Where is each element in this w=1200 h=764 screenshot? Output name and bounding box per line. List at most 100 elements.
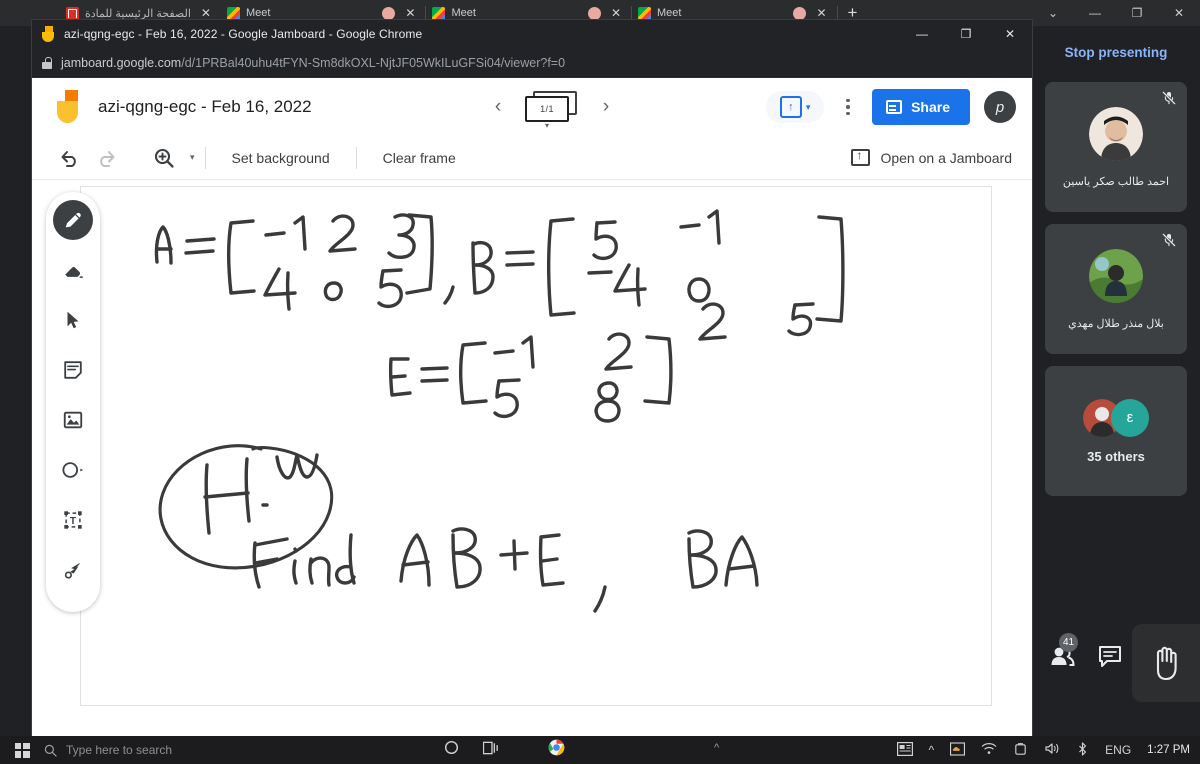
chrome-window: azi-qgng-egc - Feb 16, 2022 - Google Jam… <box>32 20 1032 744</box>
others-tile[interactable]: ε 35 others <box>1045 366 1187 496</box>
raise-hand-button[interactable] <box>1132 624 1200 702</box>
meet-icon <box>226 6 240 20</box>
minimize-button[interactable]: — <box>1074 6 1116 20</box>
set-background-button[interactable]: Set background <box>216 150 346 166</box>
language-indicator[interactable]: ENG <box>1105 743 1131 757</box>
gmail-icon <box>66 6 79 20</box>
background-tab-title: Meet <box>451 7 476 19</box>
people-icon[interactable]: 41 <box>1050 633 1079 673</box>
open-on-jamboard-icon <box>851 148 871 166</box>
participant-tile[interactable]: بلال منذر طلال مهدي <box>1045 224 1187 354</box>
frame-counter[interactable]: 1/1 ▾ <box>525 90 579 130</box>
clear-frame-button[interactable]: Clear frame <box>367 150 472 166</box>
chevron-down-icon: ▾ <box>545 121 550 130</box>
windows-logo-icon <box>14 742 30 758</box>
minimize-button[interactable]: — <box>900 20 944 48</box>
chrome-icon[interactable] <box>548 739 565 761</box>
open-on-jamboard-button[interactable]: Open on a Jamboard <box>851 148 1012 166</box>
task-view-icon[interactable] <box>482 741 500 760</box>
meet-bottom-controls: 41 <box>1032 622 1200 708</box>
pen-tool[interactable] <box>53 200 93 240</box>
taskbar-search[interactable]: Type here to search <box>44 743 434 757</box>
avatar <box>1089 106 1143 161</box>
url-host: jamboard.google.com <box>61 55 182 70</box>
more-options-icon[interactable] <box>838 98 858 116</box>
restore-button[interactable]: ❐ <box>1116 6 1158 20</box>
jamboard-app: azi-qgng-egc - Feb 16, 2022 ‹ 1/1 ▾ › ↑ … <box>32 78 1032 744</box>
raise-hand-icon <box>1156 646 1177 681</box>
frame-navigation: ‹ 1/1 ▾ › <box>487 78 617 136</box>
laser-pointer-tool[interactable] <box>53 550 93 590</box>
news-weather-icon[interactable] <box>896 741 913 759</box>
taskbar-tray: ^ ENG 1:27 PM <box>896 741 1200 759</box>
chrome-address-bar[interactable]: jamboard.google.com/d/1PRBal40uhu4tFYN-S… <box>32 48 1032 78</box>
svg-text:T: T <box>70 516 77 527</box>
maximize-button[interactable]: ❐ <box>944 20 988 48</box>
search-placeholder: Type here to search <box>66 743 173 757</box>
chrome-window-controls: — ❐ ✕ <box>900 20 1032 48</box>
volume-icon[interactable] <box>1044 742 1060 758</box>
previous-frame-button[interactable]: ‹ <box>487 96 509 118</box>
shape-tool[interactable] <box>53 450 93 490</box>
battery-icon[interactable] <box>1013 742 1028 759</box>
background-tab-title: Meet <box>245 7 271 19</box>
jamboard-logo-icon <box>56 90 84 124</box>
windows-taskbar: Type here to search ^ ENG 1:27 PM <box>0 736 1200 764</box>
next-frame-button[interactable]: › <box>595 96 617 118</box>
account-avatar[interactable]: p <box>984 91 1016 123</box>
redo-icon[interactable] <box>88 142 124 174</box>
share-button[interactable]: Share <box>872 89 970 125</box>
tab-search-chevron-icon[interactable]: ⌄ <box>1032 6 1074 20</box>
jam-file-name[interactable]: azi-qgng-egc - Feb 16, 2022 <box>98 97 312 117</box>
taskbar-overflow-caret-icon[interactable]: ^ <box>714 742 719 754</box>
undo-icon[interactable] <box>52 142 88 174</box>
eraser-tool[interactable] <box>53 250 93 290</box>
url-path: /d/1PRBal40uhu4tFYN-Sm8dkOXL-NjtJF05WkIL… <box>181 55 566 70</box>
bluetooth-icon[interactable] <box>1076 741 1089 759</box>
participant-tile[interactable]: احمد طالب صكر ياسين <box>1045 82 1187 212</box>
zoom-in-icon[interactable] <box>146 142 182 174</box>
jamboard-frame[interactable] <box>80 186 992 706</box>
sticky-note-tool[interactable] <box>53 350 93 390</box>
mic-off-icon <box>1162 91 1176 105</box>
present-button[interactable]: ↑ ▾ <box>766 91 825 123</box>
taskbar-clock[interactable]: 1:27 PM <box>1147 744 1190 756</box>
select-tool[interactable] <box>53 300 93 340</box>
jamboard-canvas-area: T <box>32 180 1032 744</box>
jamboard-header: azi-qgng-egc - Feb 16, 2022 ‹ 1/1 ▾ › ↑ … <box>32 78 1032 136</box>
frame-counter-label: 1/1 <box>525 96 569 122</box>
chrome-window-title: azi-qgng-egc - Feb 16, 2022 - Google Jam… <box>64 27 423 41</box>
close-icon[interactable]: ✕ <box>812 6 830 20</box>
handwriting-drawing <box>154 209 845 613</box>
close-icon[interactable]: ✕ <box>607 6 625 20</box>
address-bar-url: jamboard.google.com/d/1PRBal40uhu4tFYN-S… <box>61 56 565 70</box>
screen: الصفحة الرئيسية للمادة ✕ Meet ✕ Meet ✕ M… <box>0 0 1200 764</box>
start-button[interactable] <box>0 742 44 758</box>
image-tool[interactable] <box>53 400 93 440</box>
people-count-badge: 41 <box>1059 633 1079 652</box>
onedrive-icon[interactable] <box>950 741 966 759</box>
meet-sidebar: Stop presenting احمد طالب صكر ياسين بلال… <box>1032 26 1200 736</box>
close-button[interactable]: ✕ <box>1158 6 1200 20</box>
recording-dot-icon <box>793 6 807 20</box>
chevron-up-icon[interactable]: ^ <box>929 743 935 757</box>
text-box-tool[interactable]: T <box>53 500 93 540</box>
share-button-label: Share <box>911 99 950 115</box>
divider <box>204 146 206 169</box>
jamboard-favicon-icon <box>42 26 56 42</box>
close-button[interactable]: ✕ <box>988 20 1032 48</box>
network-icon[interactable] <box>981 742 997 758</box>
cortana-icon[interactable] <box>444 740 459 760</box>
meet-icon <box>432 6 446 20</box>
close-icon[interactable]: ✕ <box>401 6 419 20</box>
jamboard-header-actions: ↑ ▾ Share p <box>766 78 1016 136</box>
chat-icon[interactable] <box>1098 645 1122 672</box>
stop-presenting-button[interactable]: Stop presenting <box>1041 34 1191 70</box>
divider <box>355 146 357 169</box>
chrome-titlebar: azi-qgng-egc - Feb 16, 2022 - Google Jam… <box>32 20 1032 48</box>
open-on-jamboard-label: Open on a Jamboard <box>880 149 1012 166</box>
close-icon[interactable]: ✕ <box>197 6 215 20</box>
recording-dot-icon <box>382 6 396 20</box>
present-icon: ↑ <box>779 96 802 118</box>
zoom-dropdown-caret-icon[interactable]: ▾ <box>190 152 195 163</box>
